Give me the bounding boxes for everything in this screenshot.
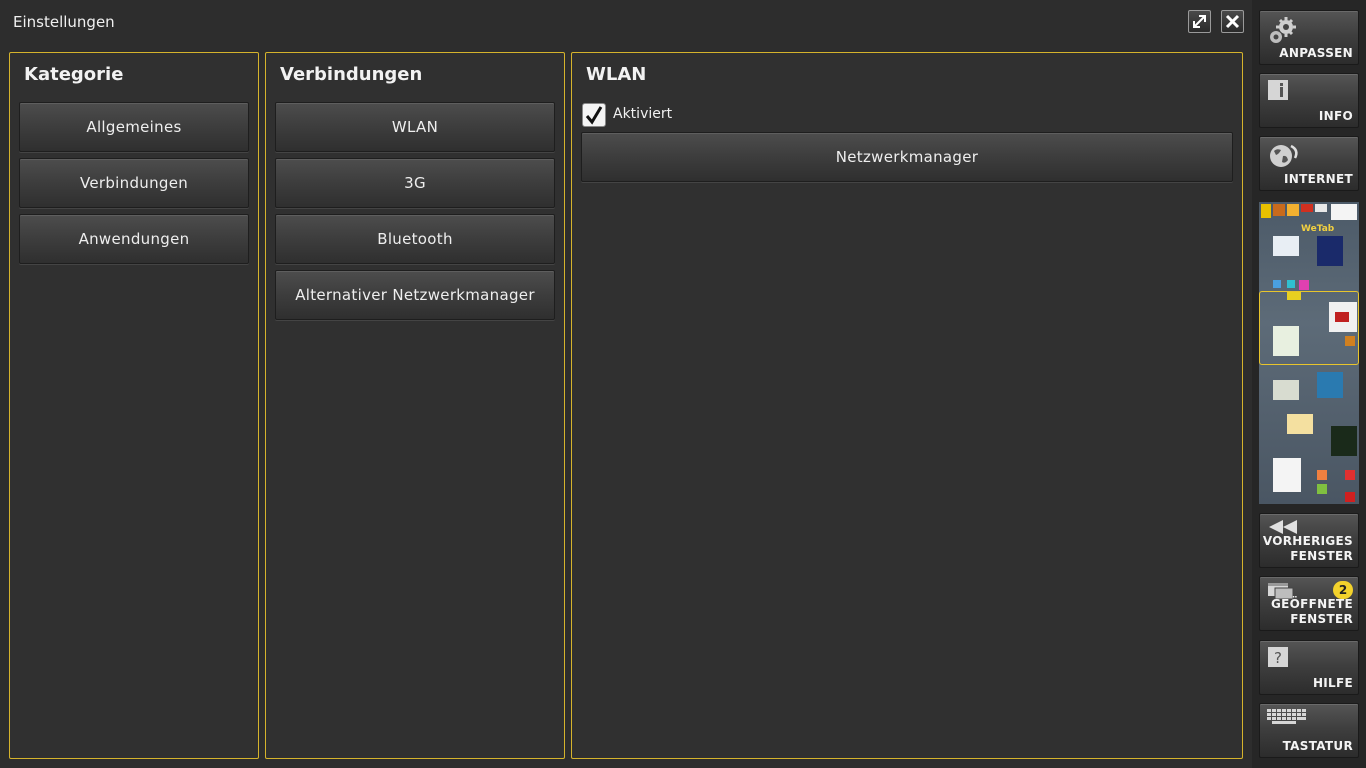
connections-panel: Verbindungen WLAN 3G Bluetooth Alternati… — [265, 52, 565, 759]
keyboard-label: TASTATUR — [1282, 739, 1353, 753]
category-item-verbindungen[interactable]: Verbindungen — [19, 158, 249, 208]
maximize-button[interactable] — [1188, 10, 1211, 33]
rewind-icon — [1269, 520, 1297, 534]
internet-button[interactable]: INTERNET — [1259, 136, 1359, 191]
globe-icon — [1270, 144, 1298, 167]
close-icon — [1225, 14, 1240, 29]
open-windows-label-line2: FENSTER — [1290, 612, 1353, 626]
title-bar: Einstellungen — [0, 0, 1252, 44]
gears-icon — [1270, 17, 1296, 43]
open-windows-label-line1: GEÖFFNETE — [1271, 597, 1353, 611]
checkmark-icon — [585, 106, 603, 125]
help-button[interactable]: ? HILFE — [1259, 640, 1359, 695]
previous-window-button[interactable]: VORHERIGES FENSTER — [1259, 513, 1359, 568]
svg-text:?: ? — [1274, 649, 1282, 667]
info-label: INFO — [1318, 109, 1353, 123]
wlan-enabled-checkbox[interactable] — [582, 103, 606, 127]
open-windows-label: GEÖFFNETE FENSTER — [1271, 597, 1353, 627]
wetab-logo: WeTab — [1301, 224, 1335, 234]
sidebar: ANPASSEN INFO INTERNET WeTab VORHERIGES … — [1252, 0, 1366, 768]
network-manager-button[interactable]: Netzwerkmanager — [581, 132, 1233, 182]
help-icon: ? — [1268, 647, 1288, 667]
customize-label: ANPASSEN — [1279, 46, 1353, 60]
keyboard-button[interactable]: TASTATUR — [1259, 703, 1359, 758]
info-icon — [1268, 80, 1288, 100]
open-windows-button[interactable]: 2 GEÖFFNETE FENSTER — [1259, 576, 1359, 631]
info-button[interactable]: INFO — [1259, 73, 1359, 128]
customize-button[interactable]: ANPASSEN — [1259, 10, 1359, 65]
category-panel: Kategorie Allgemeines Verbindungen Anwen… — [9, 52, 259, 759]
wlan-heading: WLAN — [586, 64, 647, 85]
window-title: Einstellungen — [13, 13, 115, 31]
connection-item-3g[interactable]: 3G — [275, 158, 555, 208]
desktop-preview[interactable]: WeTab — [1259, 202, 1359, 504]
expand-icon — [1193, 15, 1206, 28]
previous-window-label-line1: VORHERIGES — [1262, 534, 1353, 548]
connection-item-alternative-manager[interactable]: Alternativer Netzwerkmanager — [275, 270, 555, 320]
previous-window-label-line2: FENSTER — [1290, 549, 1353, 563]
keyboard-icon — [1267, 709, 1306, 724]
internet-label: INTERNET — [1284, 172, 1353, 186]
category-item-allgemeines[interactable]: Allgemeines — [19, 102, 249, 152]
close-button[interactable] — [1221, 10, 1244, 33]
help-label: HILFE — [1312, 676, 1353, 690]
connections-heading: Verbindungen — [280, 64, 423, 85]
wlan-enabled-label: Aktiviert — [613, 106, 673, 122]
connection-item-bluetooth[interactable]: Bluetooth — [275, 214, 555, 264]
previous-window-label: VORHERIGES FENSTER — [1263, 534, 1353, 564]
category-item-anwendungen[interactable]: Anwendungen — [19, 214, 249, 264]
connection-item-wlan[interactable]: WLAN — [275, 102, 555, 152]
category-heading: Kategorie — [24, 64, 124, 85]
wlan-panel: WLAN Aktiviert Netzwerkmanager — [571, 52, 1243, 759]
